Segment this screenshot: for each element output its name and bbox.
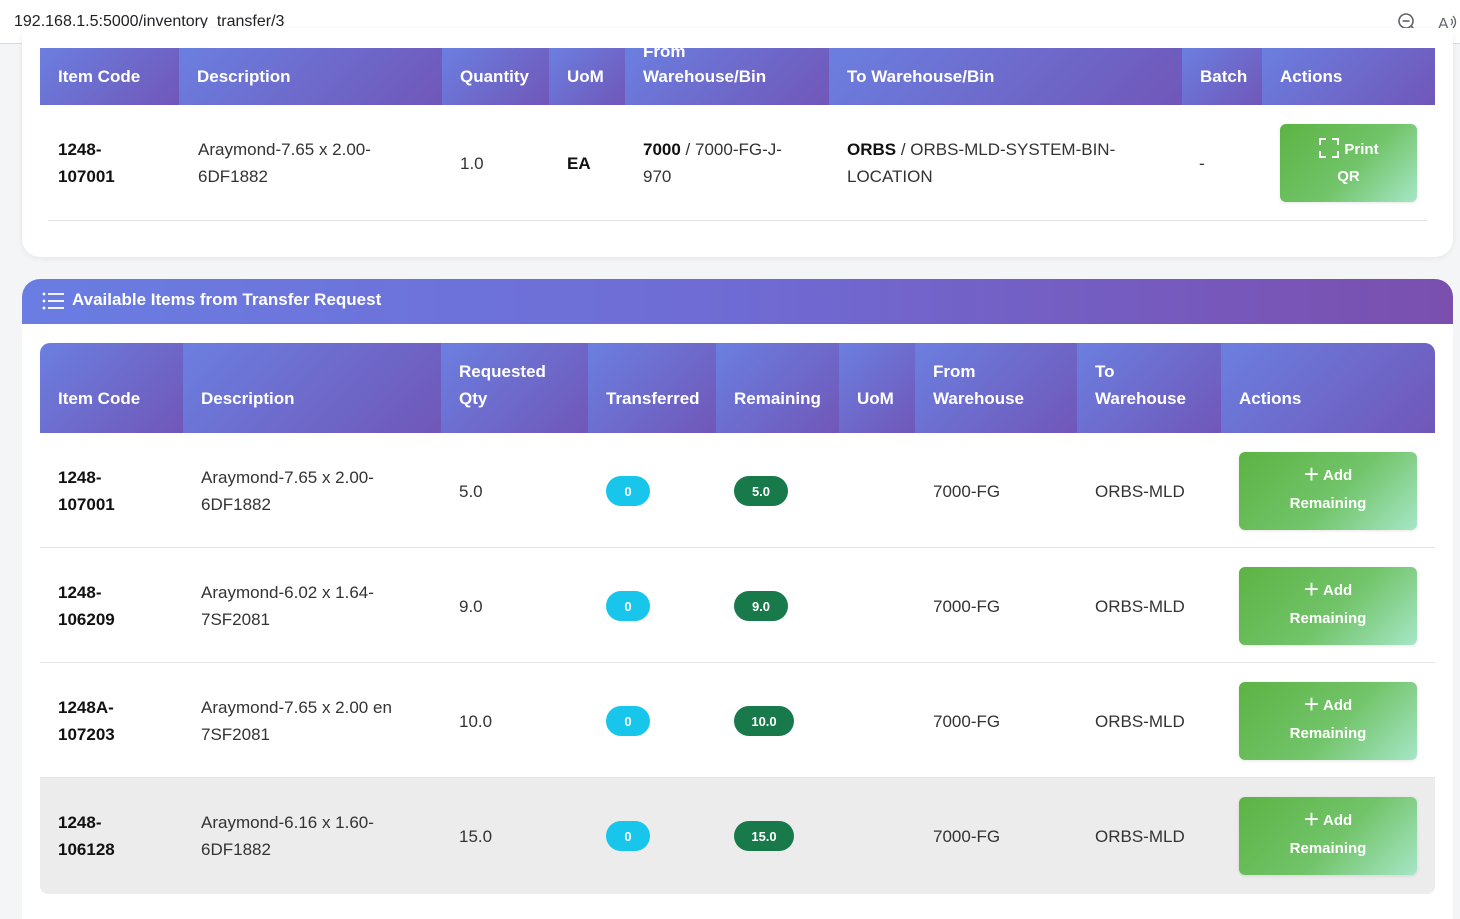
row-divider (48, 220, 1427, 221)
item-batch: - (1199, 154, 1205, 173)
item-uom: EA (567, 154, 591, 173)
add-remaining-button[interactable]: + Add Remaining (1239, 452, 1417, 530)
col-requested-qty: Requested Qty (441, 343, 588, 433)
add-remaining-button[interactable]: + Add Remaining (1239, 682, 1417, 760)
requested-qty: 9.0 (459, 597, 483, 616)
transferred-badge: 0 (606, 476, 650, 506)
item-quantity: 1.0 (460, 154, 484, 173)
transfer-items-header: Item Code Description Quantity UoM From … (40, 48, 1435, 105)
col-actions: Actions (1262, 48, 1435, 105)
transferred-badge: 0 (606, 591, 650, 621)
remaining-badge: 9.0 (734, 591, 788, 621)
to-warehouse: ORBS-MLD (1095, 827, 1185, 846)
to-warehouse: ORBS-MLD (1095, 597, 1185, 616)
table-row: 1248- 107001 Araymond-7.65 x 2.00- 6DF1882… (40, 105, 1435, 221)
col-to-warehouse-bin: To Warehouse/Bin (829, 48, 1182, 105)
col-remaining: Remaining (716, 343, 839, 433)
table-row: 1248- 106209 Araymond-6.02 x 1.64- 7SF2081… (40, 548, 1435, 663)
requested-qty: 5.0 (459, 482, 483, 501)
col-from-warehouse: From Warehouse (915, 343, 1077, 433)
col-from-warehouse-bin: From Warehouse/Bin (625, 48, 829, 105)
item-code: 1248A- 107203 (58, 698, 115, 744)
qr-scan-icon (1319, 138, 1340, 158)
from-warehouse-bin: 7000 / 7000-FG-J- 970 (643, 140, 782, 186)
to-warehouse-bin: ORBS / ORBS-MLD-SYSTEM-BIN- LOCATION (847, 140, 1116, 186)
transferred-badge: 0 (606, 821, 650, 851)
print-qr-button[interactable]: Print QR (1280, 124, 1417, 202)
item-code: 1248- 106128 (58, 813, 115, 859)
col-description: Description (183, 343, 441, 433)
item-description: Araymond-7.65 x 2.00- 6DF1882 (198, 140, 371, 186)
col-description: Description (179, 48, 442, 105)
from-warehouse: 7000-FG (933, 827, 1001, 846)
table-row: 1248- 106128 Araymond-6.16 x 1.60- 6DF1882… (40, 778, 1435, 894)
from-warehouse: 7000-FG (933, 482, 1001, 501)
to-warehouse: ORBS-MLD (1095, 712, 1185, 731)
transferred-badge: 0 (606, 706, 650, 736)
remaining-badge: 10.0 (734, 706, 794, 736)
requested-qty: 15.0 (459, 827, 493, 846)
from-warehouse: 7000-FG (933, 712, 1001, 731)
col-uom: UoM (839, 343, 915, 433)
col-quantity: Quantity (442, 48, 549, 105)
from-warehouse: 7000-FG (933, 597, 1001, 616)
available-items-title: Available Items from Transfer Request (72, 290, 382, 309)
plus-icon: + (1303, 459, 1319, 489)
item-description: Araymond-6.16 x 1.60- 6DF1882 (201, 813, 374, 859)
remaining-badge: 5.0 (734, 476, 788, 506)
item-code: 1248- 106209 (58, 583, 115, 629)
plus-icon: + (1303, 804, 1319, 834)
table-row: 1248A- 107203 Araymond-7.65 x 2.00 en 7SF2… (40, 663, 1435, 778)
item-description: Araymond-6.02 x 1.64- 7SF2081 (201, 583, 374, 629)
item-code: 1248- 107001 (58, 468, 115, 514)
col-uom: UoM (549, 48, 625, 105)
item-code: 1248- 107001 (58, 140, 115, 186)
to-warehouse: ORBS-MLD (1095, 482, 1185, 501)
table-row: 1248- 107001 Araymond-7.65 x 2.00- 6DF1882… (40, 433, 1435, 548)
plus-icon: + (1303, 689, 1319, 719)
add-remaining-button[interactable]: + Add Remaining (1239, 797, 1417, 875)
col-item-code: Item Code (40, 48, 179, 105)
col-actions: Actions (1221, 343, 1435, 433)
item-description: Araymond-7.65 x 2.00- 6DF1882 (201, 468, 374, 514)
col-batch: Batch (1182, 48, 1262, 105)
add-remaining-button[interactable]: + Add Remaining (1239, 567, 1417, 645)
col-item-code: Item Code (40, 343, 183, 433)
col-to-warehouse: To Warehouse (1077, 343, 1221, 433)
remaining-badge: 15.0 (734, 821, 794, 851)
col-transferred: Transferred (588, 343, 716, 433)
plus-icon: + (1303, 574, 1319, 604)
available-items-header: Item Code Description Requested Qty Trans… (40, 343, 1435, 433)
item-description: Araymond-7.65 x 2.00 en 7SF2081 (201, 698, 392, 744)
list-icon (42, 292, 64, 310)
requested-qty: 10.0 (459, 712, 493, 731)
